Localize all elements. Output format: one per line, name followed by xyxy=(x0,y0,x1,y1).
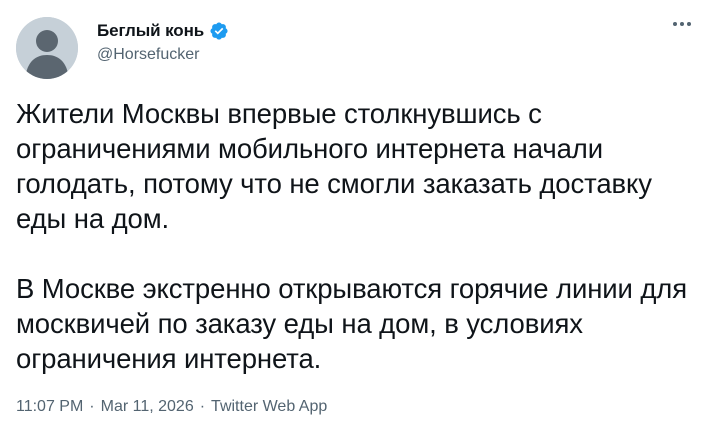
tweet-card: Беглый конь @Horsefucker Жители Москвы в… xyxy=(0,0,720,431)
author-block: Беглый конь @Horsefucker xyxy=(97,20,229,64)
display-name-row: Беглый конь xyxy=(97,20,229,42)
default-avatar-icon xyxy=(16,17,78,79)
handle[interactable]: @Horsefucker xyxy=(97,46,229,64)
meta-separator: · xyxy=(89,398,95,415)
tweet-date[interactable]: Mar 11, 2026 xyxy=(101,398,194,415)
tweet-meta: 11:07 PM · Mar 11, 2026 · Twitter Web App xyxy=(16,398,327,416)
avatar[interactable] xyxy=(16,17,78,79)
verified-badge-icon xyxy=(209,21,229,41)
tweet-paragraph: В Москве экстренно открываются горячие л… xyxy=(16,273,688,374)
tweet-source: Twitter Web App xyxy=(211,398,328,415)
meta-separator: · xyxy=(199,398,206,415)
tweet-text: Жители Москвы впервые столкнувшись с огр… xyxy=(16,96,706,376)
tweet-time[interactable]: 11:07 PM xyxy=(16,398,83,415)
display-name[interactable]: Беглый конь xyxy=(97,21,204,41)
ellipsis-icon[interactable] xyxy=(668,14,696,34)
tweet-paragraph: Жители Москвы впервые столкнувшись с огр… xyxy=(16,98,652,234)
